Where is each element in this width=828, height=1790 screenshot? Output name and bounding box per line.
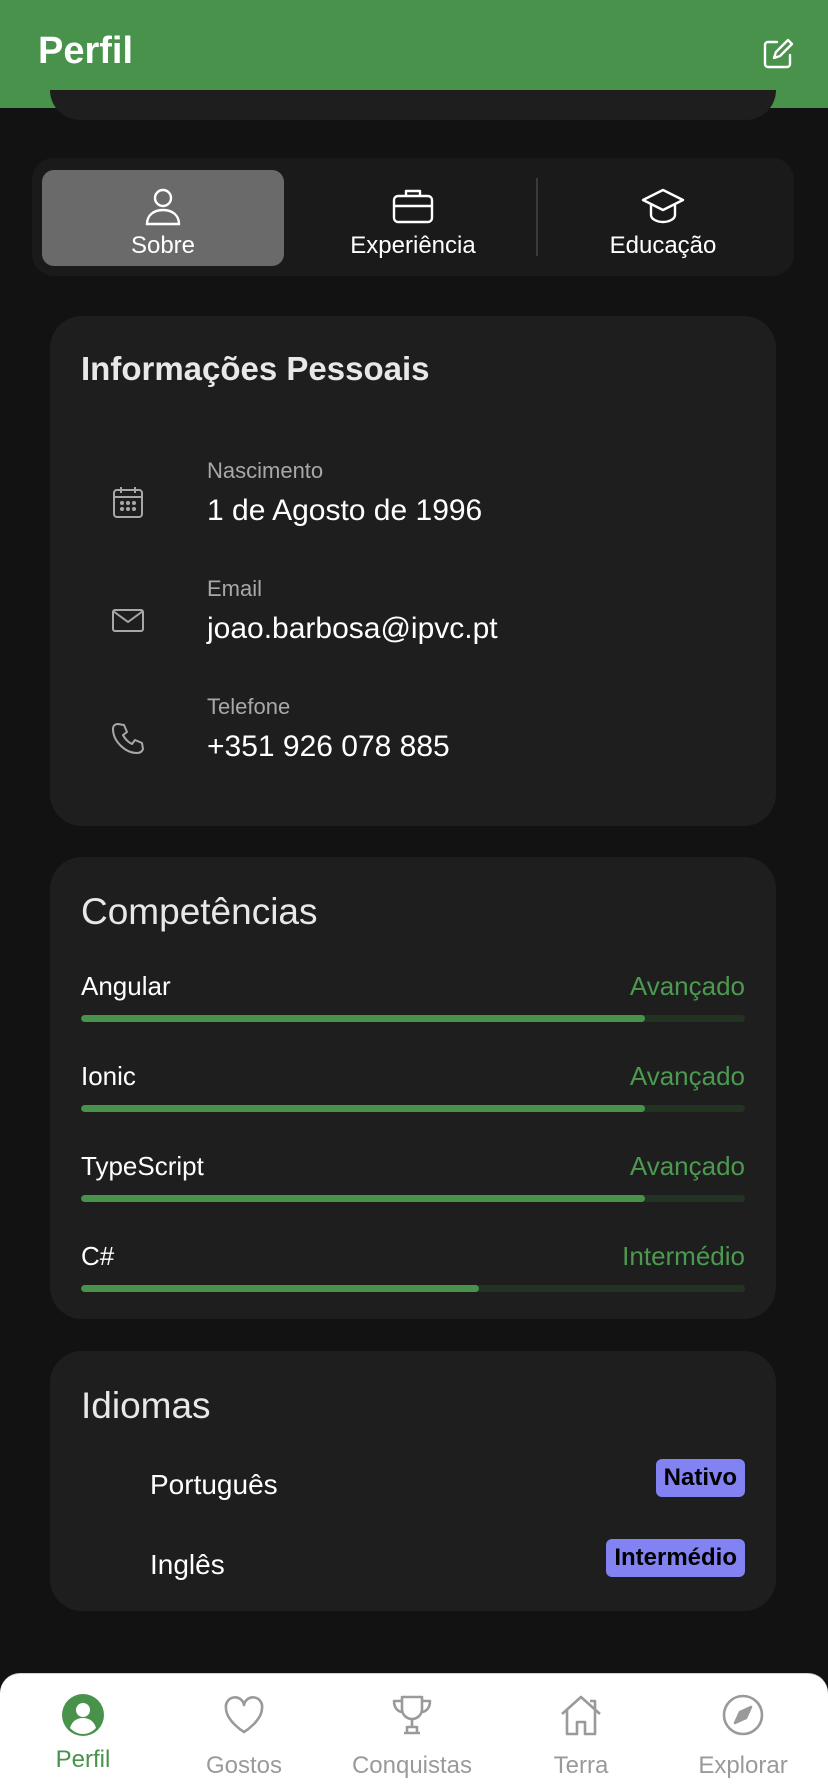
skill-progress-fill (81, 1285, 480, 1292)
bottom-tab-bar: Perfil Gostos Conquistas Terra Explorar (0, 1673, 828, 1790)
heart-icon (221, 1692, 267, 1738)
tab-gostos[interactable]: Gostos (161, 1674, 327, 1790)
segment-sobre[interactable]: Sobre (42, 170, 284, 266)
language-name: Inglês (150, 1549, 225, 1580)
previous-card-edge (50, 90, 776, 120)
card-title: Competências (81, 891, 318, 932)
segment-label: Sobre (130, 232, 196, 259)
profile-icon (60, 1692, 106, 1738)
info-row-email: Email joao.barbosa@ipvc.pt (50, 576, 776, 666)
languages-card: Idiomas Português Nativo Inglês Interméd… (50, 1351, 776, 1611)
skill-name: Ionic (81, 1061, 136, 1091)
language-level-badge: Nativo (655, 1459, 745, 1497)
calendar-icon (110, 484, 146, 520)
info-value: 1 de Agosto de 1996 (207, 494, 483, 527)
skill-level: Intermédio (622, 1241, 745, 1271)
language-row-portugues: Português Nativo (50, 1459, 776, 1507)
segment-label: Experiência (350, 232, 476, 259)
phone-icon (110, 720, 146, 756)
skill-progress-fill (81, 1015, 646, 1022)
info-row-birthdate: Nascimento 1 de Agosto de 1996 (50, 458, 776, 548)
segment-educacao[interactable]: Educação (542, 170, 784, 266)
page-title: Perfil (38, 30, 134, 72)
skill-progress-bar (81, 1015, 745, 1022)
tab-label: Perfil (55, 1746, 111, 1773)
info-label: Telefone (207, 694, 291, 719)
tab-label: Explorar (698, 1752, 788, 1779)
personal-info-card: Informações Pessoais Nascimento 1 de Ago… (50, 316, 776, 826)
skills-card: Competências Angular Avançado Ionic Avan… (50, 857, 776, 1319)
segment-divider (536, 178, 538, 256)
info-label: Nascimento (207, 458, 324, 483)
edit-icon[interactable] (760, 36, 796, 72)
segment-label: Educação (609, 232, 717, 259)
compass-icon (720, 1692, 766, 1738)
skill-angular: Angular Avançado (81, 971, 745, 1031)
graduation-cap-icon (641, 184, 685, 228)
mail-icon (110, 602, 146, 638)
segment-experiencia[interactable]: Experiência (292, 170, 534, 266)
language-row-ingles: Inglês Intermédio (50, 1539, 776, 1587)
trophy-icon (389, 1692, 435, 1738)
skill-level: Avançado (629, 1061, 745, 1091)
info-row-phone: Telefone +351 926 078 885 (50, 694, 776, 784)
person-icon (141, 184, 185, 228)
skill-ionic: Ionic Avançado (81, 1061, 745, 1121)
language-name: Português (150, 1469, 278, 1500)
skill-progress-fill (81, 1105, 646, 1112)
skill-progress-bar (81, 1105, 745, 1112)
skill-progress-fill (81, 1195, 646, 1202)
tab-conquistas[interactable]: Conquistas (329, 1674, 495, 1790)
info-value[interactable]: +351 926 078 885 (207, 730, 450, 764)
tab-label: Conquistas (351, 1752, 473, 1779)
skill-name: C# (81, 1241, 115, 1271)
skill-typescript: TypeScript Avançado (81, 1151, 745, 1211)
tab-label: Gostos (205, 1752, 283, 1779)
home-icon (558, 1692, 604, 1738)
tab-terra[interactable]: Terra (498, 1674, 664, 1790)
skill-name: Angular (81, 971, 171, 1001)
tab-perfil[interactable]: Perfil (0, 1674, 166, 1790)
briefcase-icon (391, 184, 435, 228)
tab-explorar[interactable]: Explorar (660, 1674, 826, 1790)
skill-level: Avançado (629, 1151, 745, 1181)
card-title: Idiomas (81, 1385, 211, 1426)
info-value[interactable]: joao.barbosa@ipvc.pt (207, 612, 498, 646)
skill-level: Avançado (629, 971, 745, 1001)
skill-progress-bar (81, 1285, 745, 1292)
language-level-badge: Intermédio (606, 1539, 745, 1577)
profile-segment-control: Sobre Experiência Educação (32, 158, 794, 276)
skill-progress-bar (81, 1195, 745, 1202)
info-label: Email (207, 576, 263, 601)
skill-name: TypeScript (81, 1151, 204, 1181)
tab-label: Terra (553, 1752, 609, 1779)
card-title: Informações Pessoais (81, 350, 430, 387)
skill-csharp: C# Intermédio (81, 1241, 745, 1301)
